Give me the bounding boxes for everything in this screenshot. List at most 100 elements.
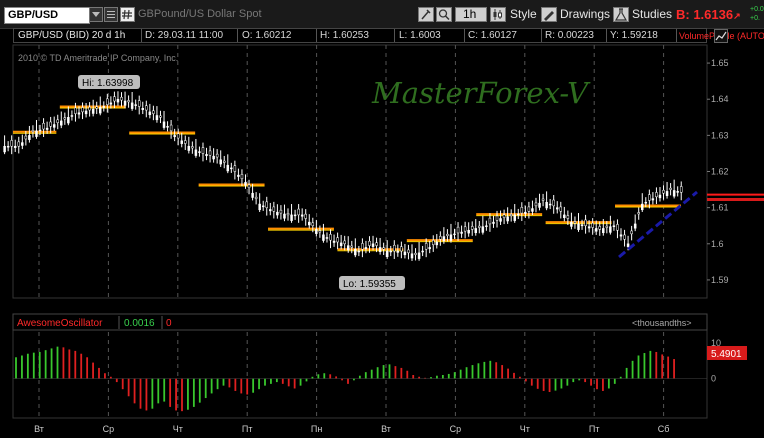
candle-body bbox=[378, 247, 382, 252]
candle-body bbox=[166, 126, 169, 128]
oscillator-name[interactable]: AwesomeOscillator bbox=[17, 318, 103, 329]
price-tick-label: 1.59 bbox=[711, 275, 729, 285]
candle-body bbox=[116, 98, 120, 103]
day-label: Ср bbox=[450, 424, 462, 434]
candle-body bbox=[230, 167, 233, 170]
candle-body bbox=[428, 247, 431, 250]
candle-body bbox=[10, 140, 13, 147]
candle-body bbox=[137, 100, 141, 107]
candle-body bbox=[651, 198, 655, 201]
candle-body bbox=[258, 203, 261, 211]
candle-body bbox=[350, 245, 354, 248]
candle-body bbox=[21, 142, 24, 146]
candle-body bbox=[99, 107, 102, 114]
candle-body bbox=[679, 186, 683, 193]
candle-body bbox=[545, 201, 548, 209]
candle-body bbox=[446, 233, 449, 236]
candle-body bbox=[417, 252, 421, 259]
candle-body bbox=[389, 250, 392, 253]
candle-body bbox=[538, 202, 541, 208]
candle-body bbox=[531, 208, 534, 212]
candle-body bbox=[658, 194, 662, 199]
candle-body bbox=[169, 124, 173, 132]
day-label: Чт bbox=[520, 424, 530, 434]
candle-body bbox=[396, 250, 400, 253]
candle-body bbox=[644, 201, 648, 204]
candle-body bbox=[208, 150, 212, 156]
candle-body bbox=[45, 127, 49, 130]
candle-body bbox=[304, 213, 307, 219]
candle-body bbox=[240, 174, 244, 179]
candle-body bbox=[120, 96, 123, 101]
candle-body bbox=[385, 250, 389, 258]
candle-body bbox=[254, 196, 258, 199]
candle-body bbox=[134, 104, 137, 106]
candle-body bbox=[311, 222, 315, 226]
candle-body bbox=[343, 240, 346, 245]
candle-body bbox=[364, 247, 368, 250]
price-tick-label: 1.6 bbox=[711, 239, 724, 249]
candle-body bbox=[127, 100, 130, 103]
candle-body bbox=[194, 149, 198, 156]
candle-body bbox=[495, 215, 499, 221]
candle-body bbox=[244, 182, 247, 186]
candle-body bbox=[676, 191, 679, 193]
candle-body bbox=[187, 145, 191, 151]
candle-body bbox=[449, 234, 453, 241]
candle-body bbox=[407, 249, 410, 254]
candle-body bbox=[421, 250, 424, 253]
candle-body bbox=[322, 234, 325, 241]
candle-body bbox=[318, 230, 322, 233]
candle-body bbox=[300, 214, 304, 217]
candle-body bbox=[84, 110, 88, 115]
candle-body bbox=[286, 213, 290, 216]
day-label: Пн bbox=[311, 424, 322, 434]
candle-body bbox=[191, 146, 194, 149]
trend-line[interactable] bbox=[618, 190, 698, 259]
candle-body bbox=[439, 236, 442, 240]
candle-body bbox=[612, 225, 616, 227]
candle-body bbox=[432, 240, 435, 245]
price-chart[interactable]: Вт Ср Чт Пт Пн Вт Ср Чт Пт Сб 1.59 1.6 1.61 1.62 1.63 1… bbox=[0, 0, 764, 438]
candle-body bbox=[481, 226, 485, 233]
candle-body bbox=[463, 226, 467, 232]
candle-body bbox=[49, 121, 52, 127]
candle-body bbox=[637, 212, 640, 215]
day-label: Пт bbox=[589, 424, 600, 434]
candle-body bbox=[28, 135, 31, 140]
candle-body bbox=[559, 206, 563, 212]
candle-body bbox=[123, 100, 127, 106]
candle-body bbox=[67, 117, 70, 124]
candle-body bbox=[570, 221, 573, 227]
candle-body bbox=[580, 224, 584, 227]
candle-body bbox=[573, 221, 577, 224]
candle-body bbox=[435, 241, 439, 246]
candle-body bbox=[375, 242, 378, 246]
candle-body bbox=[641, 203, 644, 211]
candle-body bbox=[329, 234, 332, 241]
oscillator-current-value: 5.4901 bbox=[711, 349, 742, 360]
candle-body bbox=[269, 209, 272, 212]
candle-body bbox=[60, 120, 63, 126]
candle-body bbox=[648, 194, 651, 201]
candle-body bbox=[198, 151, 201, 153]
candle-body bbox=[382, 247, 385, 250]
candle-body bbox=[626, 243, 630, 247]
candle-body bbox=[91, 108, 95, 114]
candle-body bbox=[552, 199, 555, 207]
candle-body bbox=[176, 133, 180, 139]
candle-body bbox=[336, 237, 339, 243]
candle-body bbox=[506, 216, 509, 222]
candle-body bbox=[102, 106, 106, 108]
candle-body bbox=[180, 140, 183, 144]
candle-body bbox=[470, 226, 474, 230]
candle-body bbox=[513, 214, 516, 221]
candle-body bbox=[184, 140, 187, 144]
candle-body bbox=[159, 115, 162, 118]
candle-body bbox=[499, 218, 502, 222]
price-tick-label: 1.62 bbox=[711, 167, 729, 177]
candle-body bbox=[442, 236, 446, 242]
candle-body bbox=[346, 245, 350, 251]
candle-body bbox=[297, 208, 300, 216]
candle-body bbox=[6, 145, 10, 148]
